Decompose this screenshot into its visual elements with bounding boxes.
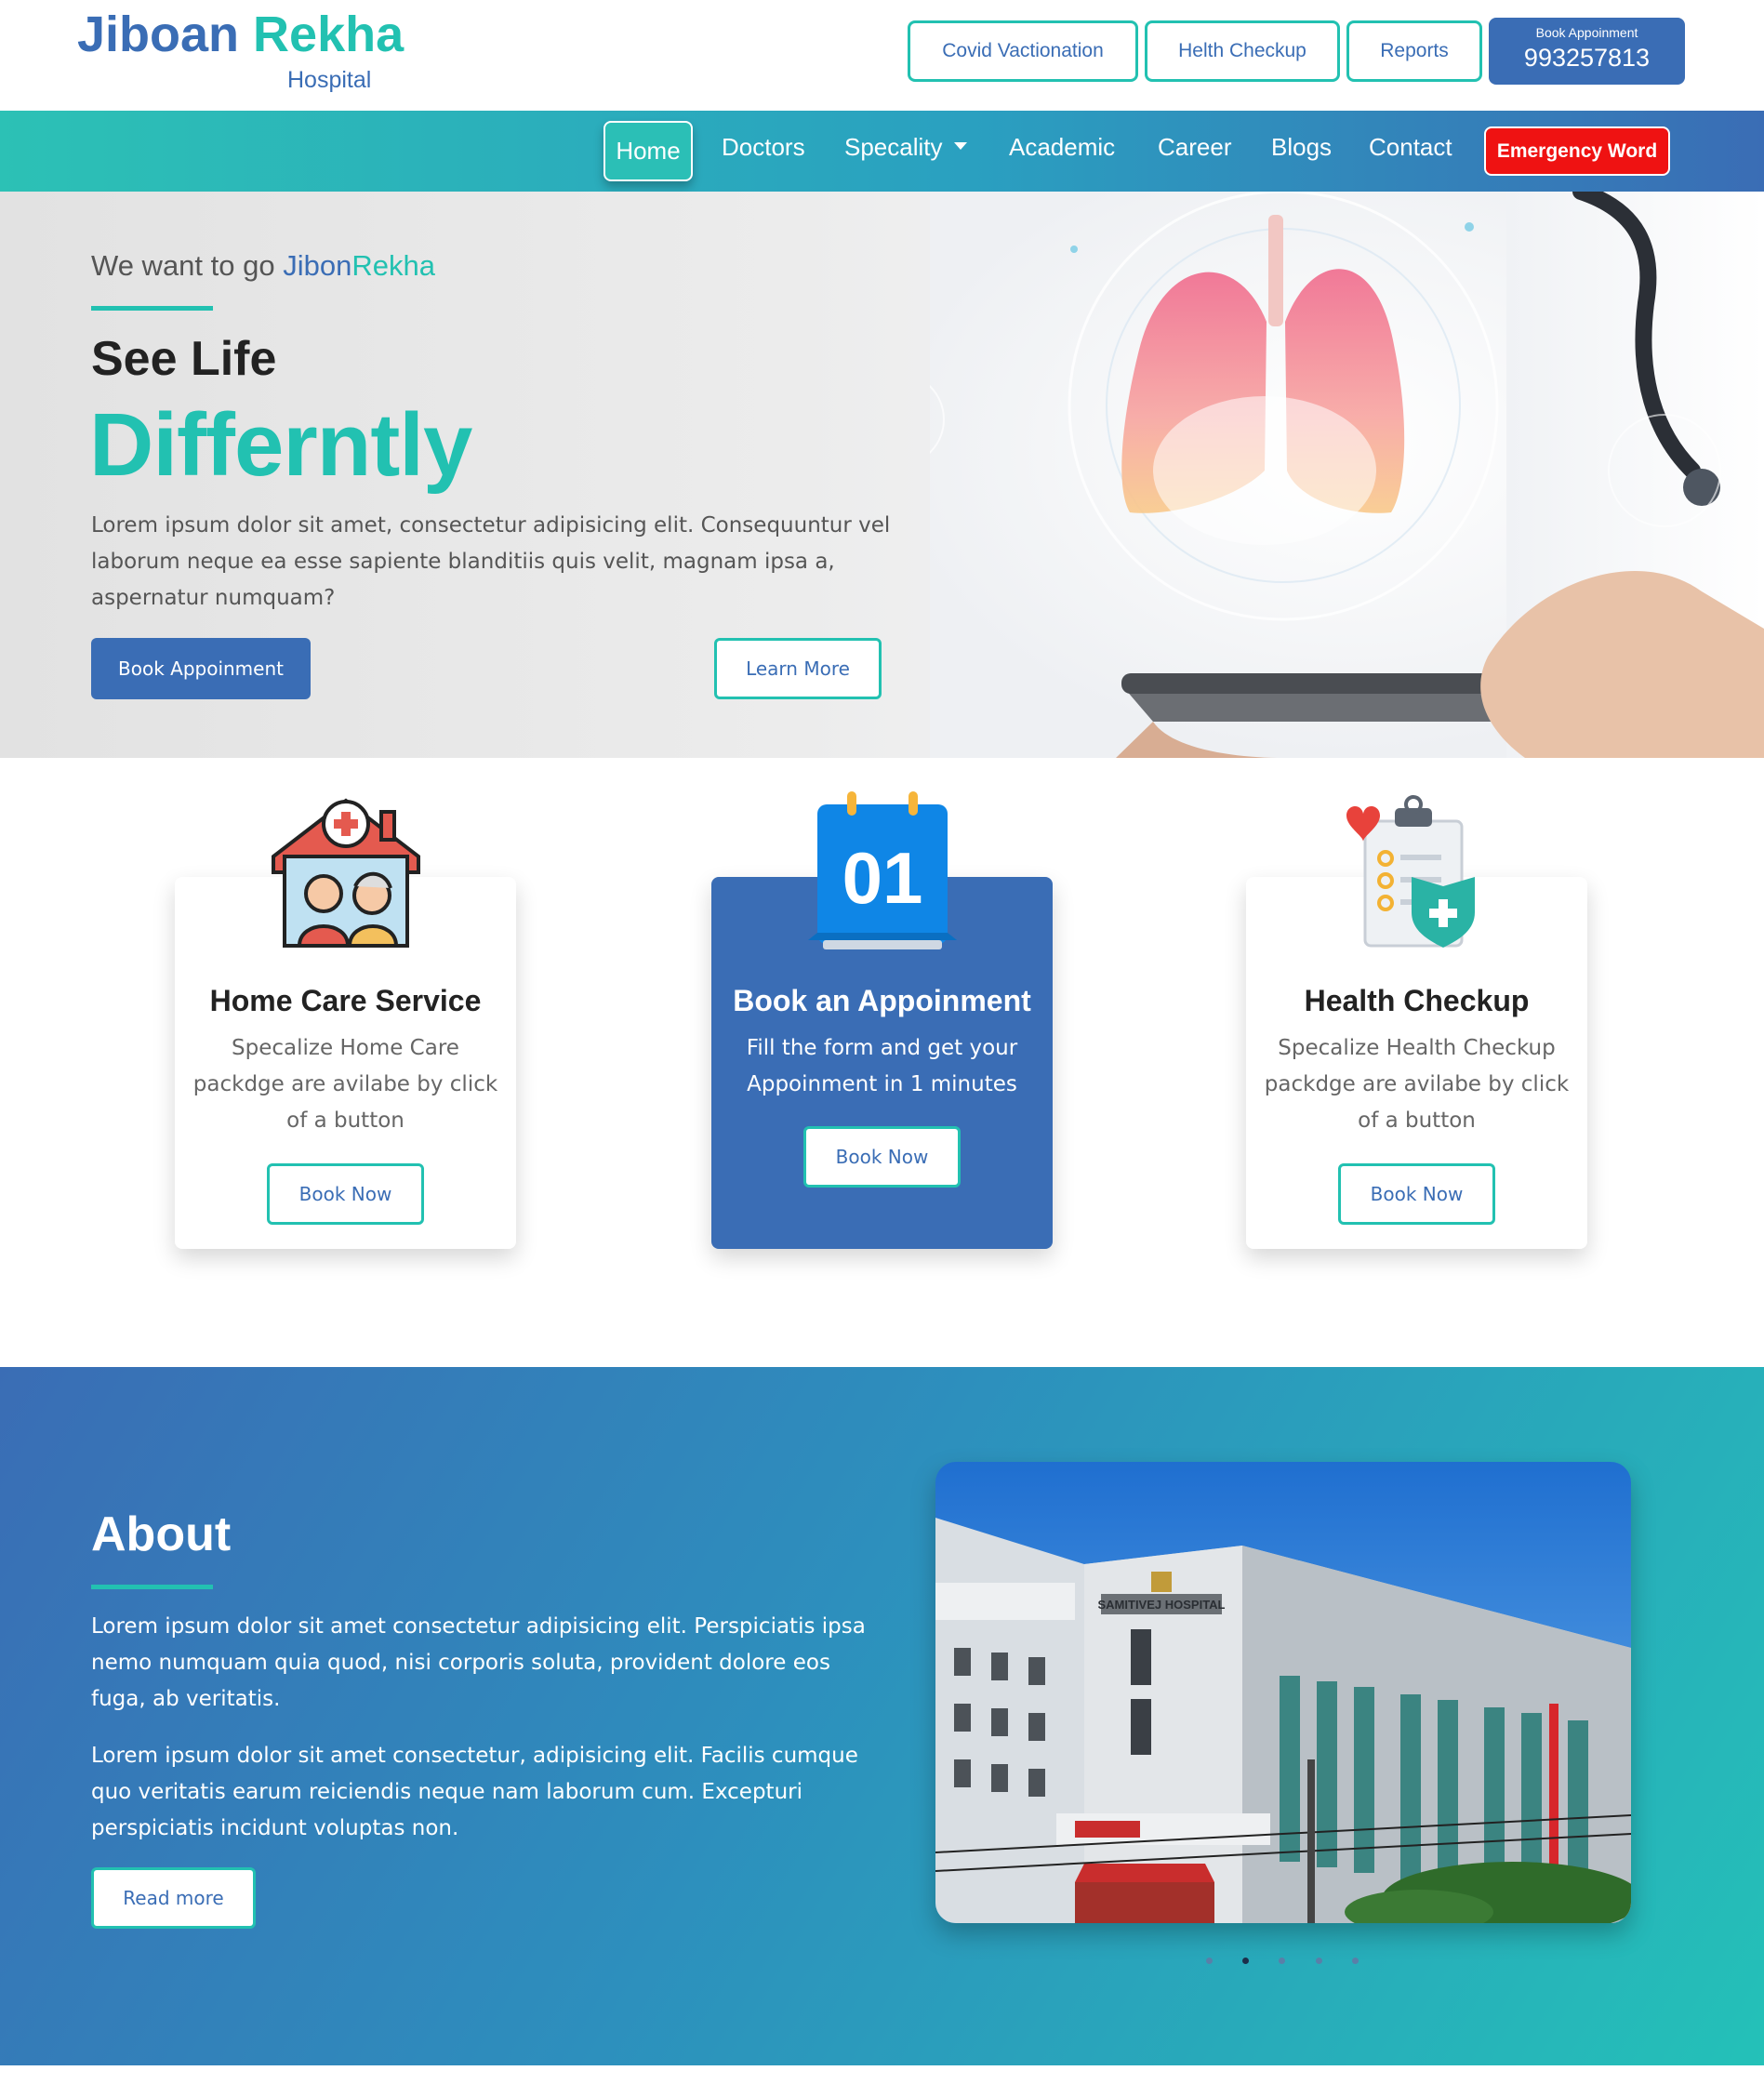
about-paragraph-2: Lorem ipsum dolor sit amet consectetur, … — [91, 1744, 858, 1840]
main-nav: Home Doctors Specality Academic Career B… — [0, 111, 1764, 192]
nav-item-doctors[interactable]: Doctors — [722, 133, 805, 162]
carousel-dot-active[interactable] — [1242, 1958, 1249, 1964]
calendar-icon: 01 — [808, 791, 957, 949]
card-title: Home Care Service — [209, 984, 482, 1017]
carousel-dot[interactable] — [1316, 1958, 1322, 1964]
hospital-building-image[interactable]: SAMITIVEJ HOSPITAL — [935, 1462, 1631, 1923]
card-description: Specalize Home Care packdge are avilabe … — [192, 1036, 498, 1133]
nav-item-blogs[interactable]: Blogs — [1271, 133, 1332, 162]
health-checkup-button[interactable]: Helth Checkup — [1145, 20, 1340, 82]
about-section: About Lorem ipsum dolor sit amet consect… — [0, 1367, 1764, 2065]
card-title: Book an Appoinment — [733, 984, 1031, 1017]
chevron-down-icon — [953, 142, 967, 151]
hero-heading-line2: Differntly — [89, 395, 472, 495]
carousel-dot[interactable] — [1206, 1958, 1213, 1964]
covid-vaccination-button[interactable]: Covid Vactionation — [908, 20, 1138, 82]
calendar-day-number: 01 — [842, 837, 923, 919]
read-more-button[interactable]: Read more — [91, 1867, 256, 1929]
card-title: Health Checkup — [1304, 984, 1530, 1017]
home-care-book-now-button[interactable]: Book Now — [267, 1163, 424, 1225]
top-header: Jiboan Rekha Hospital Covid Vactionation… — [0, 0, 1764, 111]
nav-item-home[interactable]: Home — [603, 121, 693, 181]
nav-item-speciality[interactable]: Specality — [844, 133, 967, 162]
health-checklist-icon — [1346, 795, 1475, 948]
nav-item-career[interactable]: Career — [1158, 133, 1231, 162]
service-card-home-care: Home Care Service Specalize Home Care pa… — [175, 798, 516, 1249]
about-title: About — [91, 1507, 232, 1561]
nav-item-speciality-label: Specality — [844, 133, 943, 161]
hero-tagline-underline — [91, 306, 213, 311]
hero-learn-more-button[interactable]: Learn More — [714, 638, 882, 699]
hospital-building-illustration: SAMITIVEJ HOSPITAL — [935, 1462, 1631, 1923]
hero-heading-line1: See Life — [91, 332, 277, 386]
nav-item-contact[interactable]: Contact — [1369, 133, 1452, 162]
hospital-sign-text: SAMITIVEJ HOSPITAL — [1098, 1598, 1226, 1612]
carousel-dot[interactable] — [1279, 1958, 1285, 1964]
hero-tagline-brand-part1: Jibon — [283, 249, 352, 282]
card-description: Fill the form and get your Appoinment in… — [746, 1036, 1018, 1096]
phone-number: 993257813 — [1523, 44, 1651, 72]
service-card-book-appointment: 01 Book an Appoinment Fill the form and … — [711, 791, 1053, 1249]
carousel-indicators — [1206, 1958, 1364, 1967]
appointment-book-now-button[interactable]: Book Now — [803, 1126, 961, 1188]
about-paragraph-1: Lorem ipsum dolor sit amet consectetur a… — [91, 1614, 866, 1711]
book-appointment-phone-button[interactable]: Book Appoinment 993257813 — [1489, 18, 1685, 85]
reports-button[interactable]: Reports — [1346, 20, 1482, 82]
card-description: Specalize Health Checkup packdge are avi… — [1264, 1036, 1570, 1133]
brand-name-part1: Jiboan — [77, 7, 240, 62]
brand-logo[interactable]: Jiboan Rekha Hospital — [77, 6, 404, 93]
health-checkup-book-now-button[interactable]: Book Now — [1338, 1163, 1495, 1225]
carousel-dot[interactable] — [1352, 1958, 1359, 1964]
brand-name: Jiboan Rekha — [77, 6, 404, 63]
hero-paragraph: Lorem ipsum dolor sit amet, consectetur … — [91, 513, 891, 610]
hero-tagline-brand-part2: Rekha — [351, 249, 435, 282]
emergency-button[interactable]: Emergency Word — [1484, 126, 1670, 176]
hero-tagline: We want to go JibonRekha — [91, 249, 435, 283]
brand-subtitle: Hospital — [287, 67, 372, 93]
book-appointment-label: Book Appoinment — [1535, 25, 1638, 40]
hero-section: We want to go JibonRekha See Life Differ… — [0, 192, 1764, 758]
brand-name-part2: Rekha — [253, 7, 405, 62]
nav-item-academic[interactable]: Academic — [1009, 133, 1115, 162]
lungs-tablet-illustration — [930, 192, 1764, 758]
service-card-health-checkup: Health Checkup Specalize Health Checkup … — [1246, 795, 1587, 1249]
about-title-underline — [91, 1585, 213, 1589]
home-care-icon — [272, 798, 420, 948]
hero-book-appointment-button[interactable]: Book Appoinment — [91, 638, 311, 699]
hero-tagline-prefix: We want to go — [91, 249, 275, 282]
